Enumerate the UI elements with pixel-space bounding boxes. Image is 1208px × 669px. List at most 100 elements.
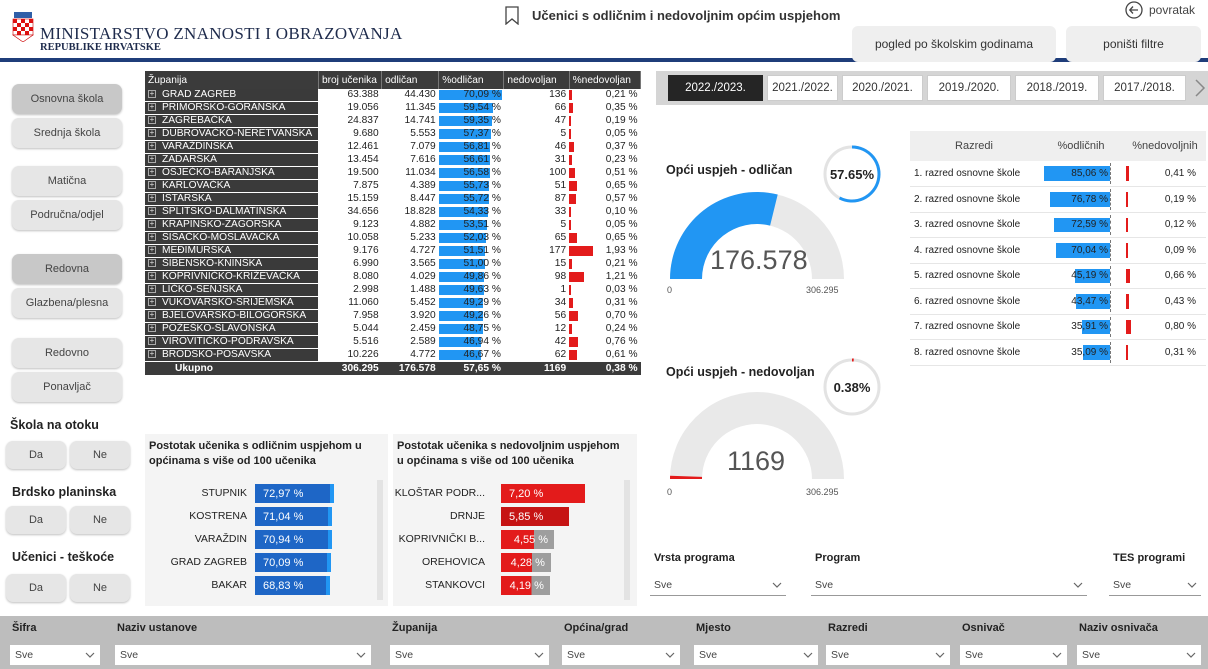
tes-dropdown[interactable]: Sve (1109, 574, 1201, 596)
table-row[interactable]: 4. razred osnovne škole 70,04 % 0,09 % (910, 237, 1206, 264)
expand-icon[interactable]: + (148, 246, 156, 255)
expand-icon[interactable]: + (148, 285, 156, 294)
table-row[interactable]: + GRAD ZAGREB 63.388 44.430 70,09 % 136 0,21 % (145, 89, 641, 102)
table-row[interactable]: + PRIMORSKO-GORANSKA 19.056 11.345 59,54 % 66… (145, 101, 641, 115)
slicer-osnovna-skola[interactable]: Osnovna škola (12, 84, 122, 114)
table-row[interactable]: + ISTARSKA 15.159 8.447 55,72 % 87 0,57 % (145, 192, 641, 206)
table-row[interactable]: + VUKOVARSKO-SRIJEMSKA 11.060 5.452 49,29 % 3… (145, 296, 641, 310)
table-row[interactable]: + KARLOVAČKA 7.875 4.389 55,73 % 51 0,65 % (145, 179, 641, 193)
expand-icon[interactable]: + (148, 103, 156, 112)
expand-icon[interactable]: + (148, 90, 156, 99)
bar-row[interactable]: KOPRIVNIČKI B... 4,55 % (393, 530, 633, 549)
bottom-filter-dropdown[interactable]: Sve (1077, 645, 1201, 665)
expand-icon[interactable]: + (148, 129, 156, 138)
year-tab[interactable]: 2022./2023. (668, 75, 763, 101)
expand-icon[interactable]: + (148, 116, 156, 125)
expand-icon[interactable]: + (148, 272, 156, 281)
col-header-excellent[interactable]: odličan (381, 71, 440, 89)
table-row[interactable]: + DUBROVAČKO-NERETVANSKA 9.680 5.553 57,37 %… (145, 127, 641, 141)
bar-row[interactable]: OREHOVICA 4,28 % (393, 553, 633, 572)
island-yes-button[interactable]: Da (6, 441, 66, 469)
table-row[interactable]: 2. razred osnovne škole 76,78 % 0,19 % (910, 186, 1206, 213)
bar-row[interactable]: BAKAR 68,83 % (145, 576, 385, 595)
table-row[interactable]: + KOPRIVNIČKO-KRIŽEVAČKA 8.080 4.029 49,86 %… (145, 270, 641, 284)
difficulties-no-button[interactable]: Ne (70, 574, 130, 602)
expand-icon[interactable]: + (148, 168, 156, 177)
year-tab[interactable]: 2018./2019. (1015, 75, 1099, 101)
table-row[interactable]: 8. razred osnovne škole 35,09 % 0,31 % (910, 339, 1206, 366)
reset-filters-button[interactable]: poništi filtre (1066, 26, 1201, 62)
table-row[interactable]: + ZAGREBAČKA 24.837 14.741 59,35 % 47 0,19 % (145, 114, 641, 128)
table-row[interactable]: 3. razred osnovne škole 72,59 % 0,12 % (910, 212, 1206, 238)
bottom-filter-dropdown[interactable]: Sve (115, 645, 371, 665)
slicer-ponavljac[interactable]: Ponavljač (12, 372, 122, 402)
expand-icon[interactable]: + (148, 311, 156, 320)
back-link[interactable]: povratak (1149, 3, 1195, 17)
program-dropdown[interactable]: Sve (811, 574, 1087, 596)
year-view-button[interactable]: pogled po školskim godinama (852, 26, 1056, 62)
table-row[interactable]: + POŽEŠKO-SLAVONSKA 5.044 2.459 48,75 % 12 0,2… (145, 322, 641, 336)
slicer-glazbena-plesna[interactable]: Glazbena/plesna (12, 288, 122, 318)
expand-icon[interactable]: + (148, 259, 156, 268)
col-header-pct-insufficient-class[interactable]: %nedovoljnih (1124, 131, 1206, 161)
difficulties-yes-button[interactable]: Da (6, 574, 66, 602)
slicer-srednja-skola[interactable]: Srednja škola (12, 118, 122, 148)
slicer-podrucna[interactable]: Područna/odjel (12, 200, 122, 230)
table-row[interactable]: + OSJEČKO-BARANJSKA 19.500 11.034 56,58 % 100… (145, 166, 641, 180)
col-header-county[interactable]: Županija (145, 71, 319, 89)
program-type-dropdown[interactable]: Sve (650, 574, 786, 596)
mountain-yes-button[interactable]: Da (6, 506, 66, 534)
table-row[interactable]: + BJELOVARSKO-BILOGORSKA 7.958 3.920 49,26 %… (145, 309, 641, 323)
bottom-filter-dropdown[interactable]: Sve (694, 645, 818, 665)
expand-icon[interactable]: + (148, 207, 156, 216)
bar-row[interactable]: VARAŽDIN 70,94 % (145, 530, 385, 549)
bottom-filter-dropdown[interactable]: Sve (826, 645, 950, 665)
year-tab[interactable]: 2020./2021. (842, 75, 923, 101)
table-row[interactable]: 5. razred osnovne škole 45,19 % 0,66 % (910, 263, 1206, 289)
slicer-redovno[interactable]: Redovno (12, 338, 122, 368)
slicer-maticna[interactable]: Matična (12, 166, 122, 196)
col-header-pct-insufficient[interactable]: %nedovoljan (569, 71, 642, 89)
expand-icon[interactable]: + (148, 220, 156, 229)
bar-row[interactable]: GRAD ZAGREB 70,09 % (145, 553, 385, 572)
table-row[interactable]: + SPLITSKO-DALMATINSKA 34.656 18.828 54,33 %… (145, 205, 641, 219)
col-header-pct-excellent-class[interactable]: %odličnih (1038, 131, 1124, 161)
bottom-filter-dropdown[interactable]: Sve (10, 645, 100, 665)
bottom-filter-dropdown[interactable]: Sve (562, 645, 680, 665)
col-header-class[interactable]: Razredi (910, 131, 1038, 161)
bar-row[interactable]: KLOŠTAR PODR... 7,20 % (393, 484, 633, 503)
expand-icon[interactable]: + (148, 298, 156, 307)
expand-icon[interactable]: + (148, 337, 156, 346)
back-arrow-icon[interactable] (1125, 1, 1143, 19)
expand-icon[interactable]: + (148, 194, 156, 203)
table-row[interactable]: + KRAPINSKO-ZAGORSKA 9.123 4.882 53,51 % 5 0,0… (145, 218, 641, 232)
expand-icon[interactable]: + (148, 233, 156, 242)
bar-row[interactable]: STANKOVCI 4,19 % (393, 576, 633, 595)
expand-icon[interactable]: + (148, 350, 156, 359)
expand-icon[interactable]: + (148, 142, 156, 151)
bar-row[interactable]: KOSTRENA 71,04 % (145, 507, 385, 526)
slicer-redovna[interactable]: Redovna (12, 254, 122, 284)
col-header-students[interactable]: broj učenika (318, 71, 383, 89)
year-tab[interactable]: 2019./2020. (927, 75, 1011, 101)
mountain-no-button[interactable]: Ne (70, 506, 130, 534)
year-tab[interactable]: 2021./2022. (767, 75, 838, 101)
col-header-pct-excellent[interactable]: %odličan (438, 71, 505, 89)
bookmark-icon[interactable] (505, 6, 519, 25)
island-no-button[interactable]: Ne (70, 441, 130, 469)
table-row[interactable]: + BRODSKO-POSAVSKA 10.226 4.772 46,67 % 62 0,6… (145, 348, 641, 362)
bar-row[interactable]: STUPNIK 72,97 % (145, 484, 385, 503)
year-tab[interactable]: 2017./2018. (1103, 75, 1186, 101)
expand-icon[interactable]: + (148, 155, 156, 164)
insufficient-card-scrollbar[interactable] (624, 480, 630, 600)
table-row[interactable]: 6. razred osnovne škole 43,47 % 0,43 % (910, 288, 1206, 315)
bottom-filter-dropdown[interactable]: Sve (390, 645, 549, 665)
chevron-right-icon[interactable] (1194, 78, 1206, 98)
col-header-insufficient[interactable]: nedovoljan (503, 71, 570, 89)
table-row[interactable]: + LIČKO-SENJSKA 2.998 1.488 49,63 % 1 0,03 % (145, 283, 641, 297)
excellent-card-scrollbar[interactable] (377, 480, 383, 600)
table-row[interactable]: + VIROVITIČKO-PODRAVSKA 5.516 2.589 46,94 % 4… (145, 335, 641, 349)
expand-icon[interactable]: + (148, 324, 156, 333)
table-row[interactable]: + VARAŽDINSKA 12.461 7.079 56,81 % 46 0,37 % (145, 140, 641, 154)
expand-icon[interactable]: + (148, 181, 156, 190)
